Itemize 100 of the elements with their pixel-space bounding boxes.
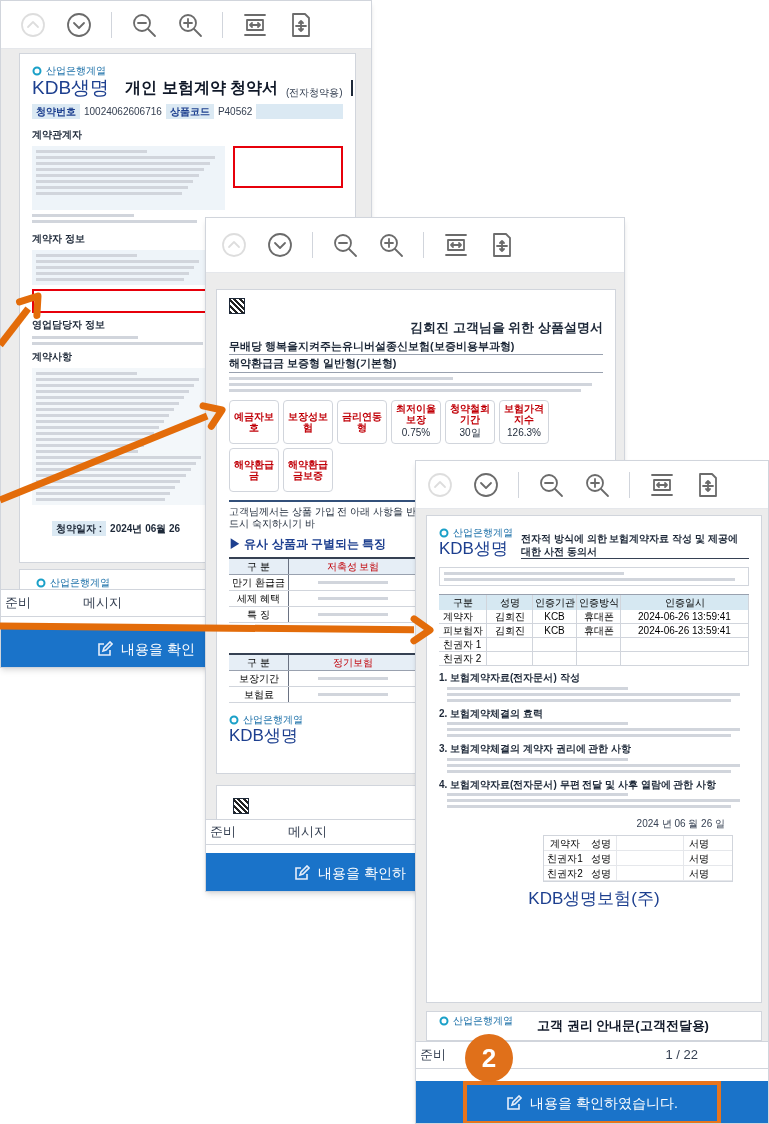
brand-group-text: 산업은행계열 [50, 578, 110, 588]
notice-text: 고객님께서는 상품 가입 전 아래 사항을 반드시 숙지하시기 바 [229, 505, 417, 531]
table-cell: 보장기간 [229, 670, 289, 686]
tile-label: 해약환급금 [233, 458, 275, 481]
zoom-out-icon [332, 232, 358, 258]
tile-label: 청약철회기간 [449, 403, 491, 425]
status-text: 준비 [5, 594, 31, 613]
brand-ring-icon [229, 714, 239, 725]
field-label: 청약번호 [36, 104, 76, 119]
brand-ring-icon [32, 66, 42, 76]
company-logo: KDB생명 [439, 538, 509, 560]
table-cell: 계약자 [439, 610, 487, 624]
signer-role: 친권자2 [546, 866, 584, 881]
edit-icon [97, 641, 113, 657]
section-heading: ▶ 유사 상품과 구별되는 특징 [229, 535, 388, 553]
document-title: 개인 보험계약 청약서 [125, 77, 278, 98]
document-title: 고객 권리 안내문(고객전달용) [537, 1017, 709, 1035]
section-heading: 3. 보험계약체결의 계약자 권리에 관한 사항 [439, 743, 633, 756]
page-down-button[interactable] [65, 10, 93, 39]
blurred-text-drawing [318, 676, 388, 680]
section-heading: 영업담당자 정보 [32, 317, 106, 332]
table-header: 구분 [439, 595, 487, 611]
company-name: KDB생명보험(주) [528, 888, 660, 911]
zoom-out-icon [538, 471, 564, 498]
field-value: 10024062606716 [80, 103, 166, 119]
fit-width-button[interactable] [442, 231, 470, 259]
zoom-out-icon [131, 11, 157, 38]
blurred-text-drawing [318, 612, 388, 616]
table-cell: 친권자 2 [439, 652, 487, 666]
confirm-button[interactable]: 내용을 확인하였습니다. [463, 1081, 721, 1123]
brand-ring-icon [439, 1016, 449, 1026]
zoom-in-button[interactable] [377, 231, 405, 259]
section-heading: 4. 보험계약자료(전자문서) 무편 전달 및 사후 열람에 관한 사항 [439, 778, 718, 792]
table-header: 인증방식 [577, 595, 621, 611]
section-heading: 2. 보험계약체결의 효력 [439, 707, 544, 721]
page-down-button[interactable] [266, 231, 294, 259]
signer-role: 계약자 [549, 836, 581, 851]
document-title: 김회진 고객님을 위한 상품설명서 [410, 319, 603, 337]
date-value: 2024년 06월 26 [110, 521, 181, 536]
tile-value: 30일 [459, 426, 481, 440]
field-label: 상품코드 [169, 104, 210, 119]
table-header: 정기보험 [332, 655, 374, 670]
table-header: 구 분 [229, 558, 289, 574]
document-subtitle: (전자청약용) [285, 85, 343, 100]
page-up-icon [427, 471, 453, 498]
brand-ring-icon [439, 528, 449, 538]
table-cell: 휴대폰 [577, 624, 621, 638]
date-text: 2024 년 06 월 26 일 [636, 817, 726, 832]
field-value: P40562 [213, 103, 257, 119]
table-cell: 김회진 [487, 624, 533, 638]
brand-group-text: 산업은행계열 [46, 66, 106, 76]
table-cell: 김회진 [487, 610, 533, 624]
company-logo: KDB생명 [32, 76, 110, 100]
section-heading: 1. 보험계약자료(전자문서) 작성 [439, 672, 581, 685]
page-down-icon [66, 11, 92, 38]
page-down-icon [473, 471, 499, 498]
tile-value: 0.75% [401, 426, 431, 440]
table-cell: KCB [533, 610, 577, 624]
fit-width-icon [649, 471, 675, 498]
document-title: 전자적 방식에 의한 보험계약자료 작성 및 제공에 대한 사전 동의서 [521, 533, 749, 560]
table-header: 인증기관 [533, 595, 577, 611]
signer-role: 친권자1 [546, 851, 584, 866]
brand-group-text: 산업은행계열 [243, 714, 303, 725]
table-header: 구 분 [229, 654, 289, 670]
date-label: 청약일자 : [52, 520, 107, 536]
status-text: 메시지 [288, 823, 327, 842]
zoom-in-icon [584, 471, 610, 498]
table-cell: 피보험자 [439, 624, 487, 638]
table-cell: 특 징 [229, 606, 289, 622]
brand-ring-icon [36, 578, 46, 588]
page-down-button[interactable] [472, 470, 500, 499]
table-cell: 만기 환급금 [229, 574, 289, 590]
blurred-text-drawing [318, 580, 388, 584]
table-header: 인증일시 [621, 595, 749, 611]
field-label: 서명 [688, 866, 710, 881]
confirm-button[interactable]: 내용을 확인하 [290, 853, 410, 891]
field-label: 서명 [688, 836, 710, 851]
section-heading: 계약관계자 [32, 127, 83, 142]
tile-value: 126.3% [507, 426, 541, 440]
brand-group-text: 산업은행계열 [453, 1016, 513, 1026]
status-text: 메시지 [83, 594, 122, 613]
tile-label: 최저이율보장 [395, 403, 437, 425]
tile-label: 예금자보호 [233, 410, 275, 433]
table-cell: 친권자 1 [439, 638, 487, 652]
table-cell: 2024-06-26 13:59:41 [621, 624, 749, 638]
status-text: 준비 [210, 823, 236, 842]
blurred-text-drawing [318, 692, 388, 696]
tile-label: 해약환급금보증 [287, 458, 329, 481]
zoom-out-button[interactable] [331, 231, 359, 259]
product-name: 무배당 행복을지켜주는유니버설종신보험(보증비용부과형) [229, 337, 603, 355]
table-header: 성명 [487, 595, 533, 611]
table-cell: 보험료 [229, 686, 289, 702]
field-label: 서명 [688, 851, 710, 866]
table-cell: 2024-06-26 13:59:41 [621, 610, 749, 624]
fit-width-icon [443, 232, 469, 258]
tile-label: 보장성보험 [287, 410, 329, 433]
table-cell: 휴대폰 [577, 610, 621, 624]
field-label: 성명 [590, 866, 612, 881]
company-logo: KDB생명 [229, 725, 299, 746]
status-text: 준비 [420, 1046, 446, 1065]
